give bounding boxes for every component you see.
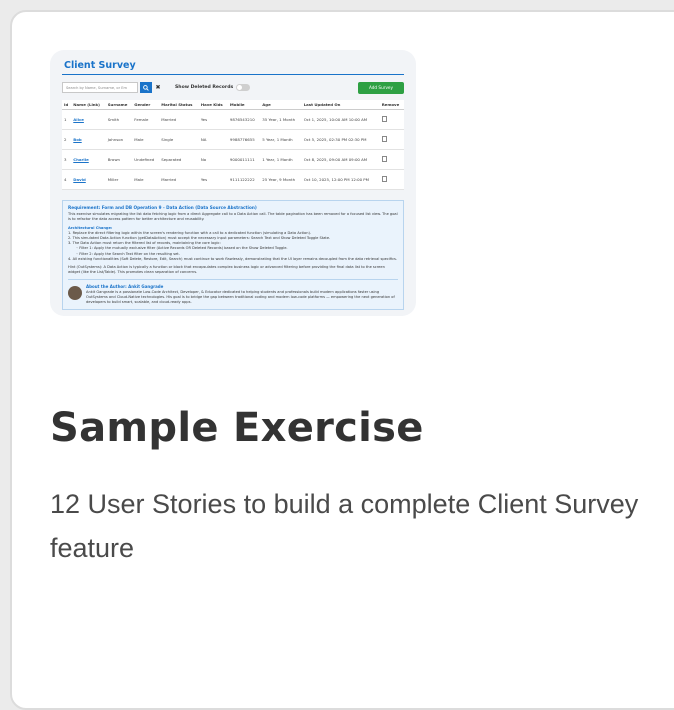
requirement-heading: Requirement: Form and DB Operation 9 - D… [68,205,257,210]
clear-icon: ✖ [155,84,161,91]
cell-id: 2 [62,129,72,150]
column-header: Last Updated On [301,100,380,110]
cell-age: 5 Year, 1 Month [260,129,302,150]
cell-mobile: 9876543210 [227,109,261,130]
trash-icon [379,169,404,190]
thumbnail-title: Client Survey [64,60,136,71]
column-header: Gender [132,100,160,110]
cell-surname: Smith [105,109,133,130]
requirement-intro: This exercise simulates migrating the li… [68,212,398,222]
thumbnail-table: Id Name (Link) Surname Gender Marital St… [62,100,404,190]
cell-id: 3 [62,149,72,170]
cell-name-link: Alice [71,109,106,130]
cell-updated: Oct 8, 2025, 09:00 AM 09:00 AM [301,149,380,170]
thumbnail-add-button: Add Survey [358,81,404,94]
exercise-card[interactable]: Client Survey Search by Name, Surname, o… [10,10,674,710]
trash-icon [379,109,404,130]
card-description: 12 User Stories to build a complete Clie… [50,489,639,563]
cell-kids: No [198,149,228,170]
cell-age: 25 Year, 9 Month [260,169,302,190]
cell-mobile: 9000011111 [227,149,261,170]
card-title[interactable]: Sample Exercise [50,404,424,452]
search-icon [140,82,152,93]
table-header-row: Id Name (Link) Surname Gender Marital St… [62,100,404,110]
requirement-step: 4. All existing functionalities (Soft De… [68,256,398,261]
thumbnail-toggle-label: Show Deleted Records [175,85,234,90]
cell-surname: Brown [105,149,133,170]
column-header: Mobile [227,100,261,110]
cell-updated: Oct 5, 2025, 02:30 PM 02:30 PM [301,129,380,150]
thumbnail-requirement-box: Requirement: Form and DB Operation 9 - D… [62,200,404,311]
cell-surname: Johnson [105,129,133,150]
thumbnail-search-input: Search by Name, Surname, or Em [62,82,138,93]
cell-marital: Single [159,129,199,150]
table-row: 3 Charlie Brown Undefined Separated No 9… [62,149,404,170]
cell-updated: Oct 1, 2025, 10:00 AM 10:00 AM [301,109,380,130]
cell-kids: Yes [198,109,228,130]
cell-gender: Male [132,169,160,190]
cell-mobile: 9111122222 [227,169,261,190]
cell-name-link: David [71,169,106,190]
table-row: 1 Alice Smith Female Married Yes 9876543… [62,109,404,130]
cell-kids: NA [198,129,228,150]
cell-mobile: 9988776655 [227,129,261,150]
avatar [68,286,82,301]
column-header: Surname [105,100,133,110]
column-header: Id [62,100,72,110]
trash-icon [379,129,404,150]
column-header: Marital Status [159,100,199,110]
thumbnail-divider [62,74,404,75]
cell-name-link: Charlie [71,149,106,170]
cell-age: 1 Year, 1 Month [260,149,302,170]
cell-marital: Married [159,169,199,190]
author-section: About the Author: Ankit Gangrade Ankit G… [68,279,398,305]
cell-id: 1 [62,109,72,130]
cell-gender: Male [132,129,160,150]
exercise-thumbnail: Client Survey Search by Name, Surname, o… [50,50,416,316]
requirement-hint: Hint (OutSystems): A Data Action is typi… [68,265,385,275]
cell-id: 4 [62,169,72,190]
table-row: 2 Bob Johnson Male Single NA 9988776655 … [62,129,404,150]
column-header: Age [260,100,302,110]
table-row: 4 David Miller Male Married Yes 91111222… [62,169,404,190]
column-header: Remove [379,100,404,110]
cell-age: 35 Year, 1 Month [260,109,302,130]
cell-surname: Miller [105,169,133,190]
cell-kids: Yes [198,169,228,190]
cell-name-link: Bob [71,129,106,150]
author-bio: Ankit Gangrade is a passionate Low-Code … [86,289,395,305]
cell-marital: Married [159,109,199,130]
thumbnail-screenshot: Client Survey Search by Name, Surname, o… [62,60,404,311]
thumbnail-toolbar: Search by Name, Surname, or Em ✖ Show De… [62,81,404,94]
cell-updated: Oct 10, 2025, 12:00 PM 12:00 PM [301,169,380,190]
column-header: Have Kids [198,100,228,110]
thumbnail-toggle [236,84,251,91]
cell-marital: Separated [159,149,199,170]
cell-gender: Female [132,109,160,130]
cell-gender: Undefined [132,149,160,170]
trash-icon [379,149,404,170]
column-header: Name (Link) [71,100,106,110]
